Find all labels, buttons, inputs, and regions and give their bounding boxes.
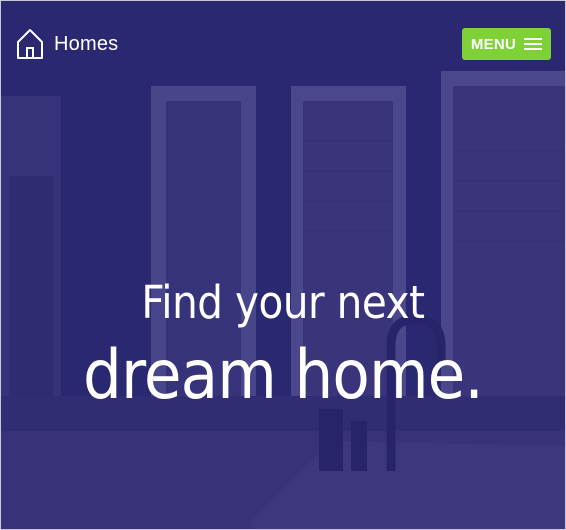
hero-heading-line-2: dream home. bbox=[83, 336, 484, 415]
hamburger-icon bbox=[524, 38, 543, 50]
brand-link[interactable]: Homes bbox=[15, 27, 118, 61]
site-header: Homes MENU bbox=[1, 1, 565, 91]
page-frame: Homes MENU Find your next dream home. bbox=[0, 0, 566, 530]
menu-button[interactable]: MENU bbox=[462, 28, 551, 60]
hero-heading: Find your next dream home. bbox=[1, 271, 565, 417]
home-icon bbox=[17, 29, 43, 59]
menu-button-label: MENU bbox=[470, 35, 517, 53]
hero-heading-line-1: Find your next bbox=[141, 276, 425, 329]
brand-label: Homes bbox=[54, 33, 119, 55]
